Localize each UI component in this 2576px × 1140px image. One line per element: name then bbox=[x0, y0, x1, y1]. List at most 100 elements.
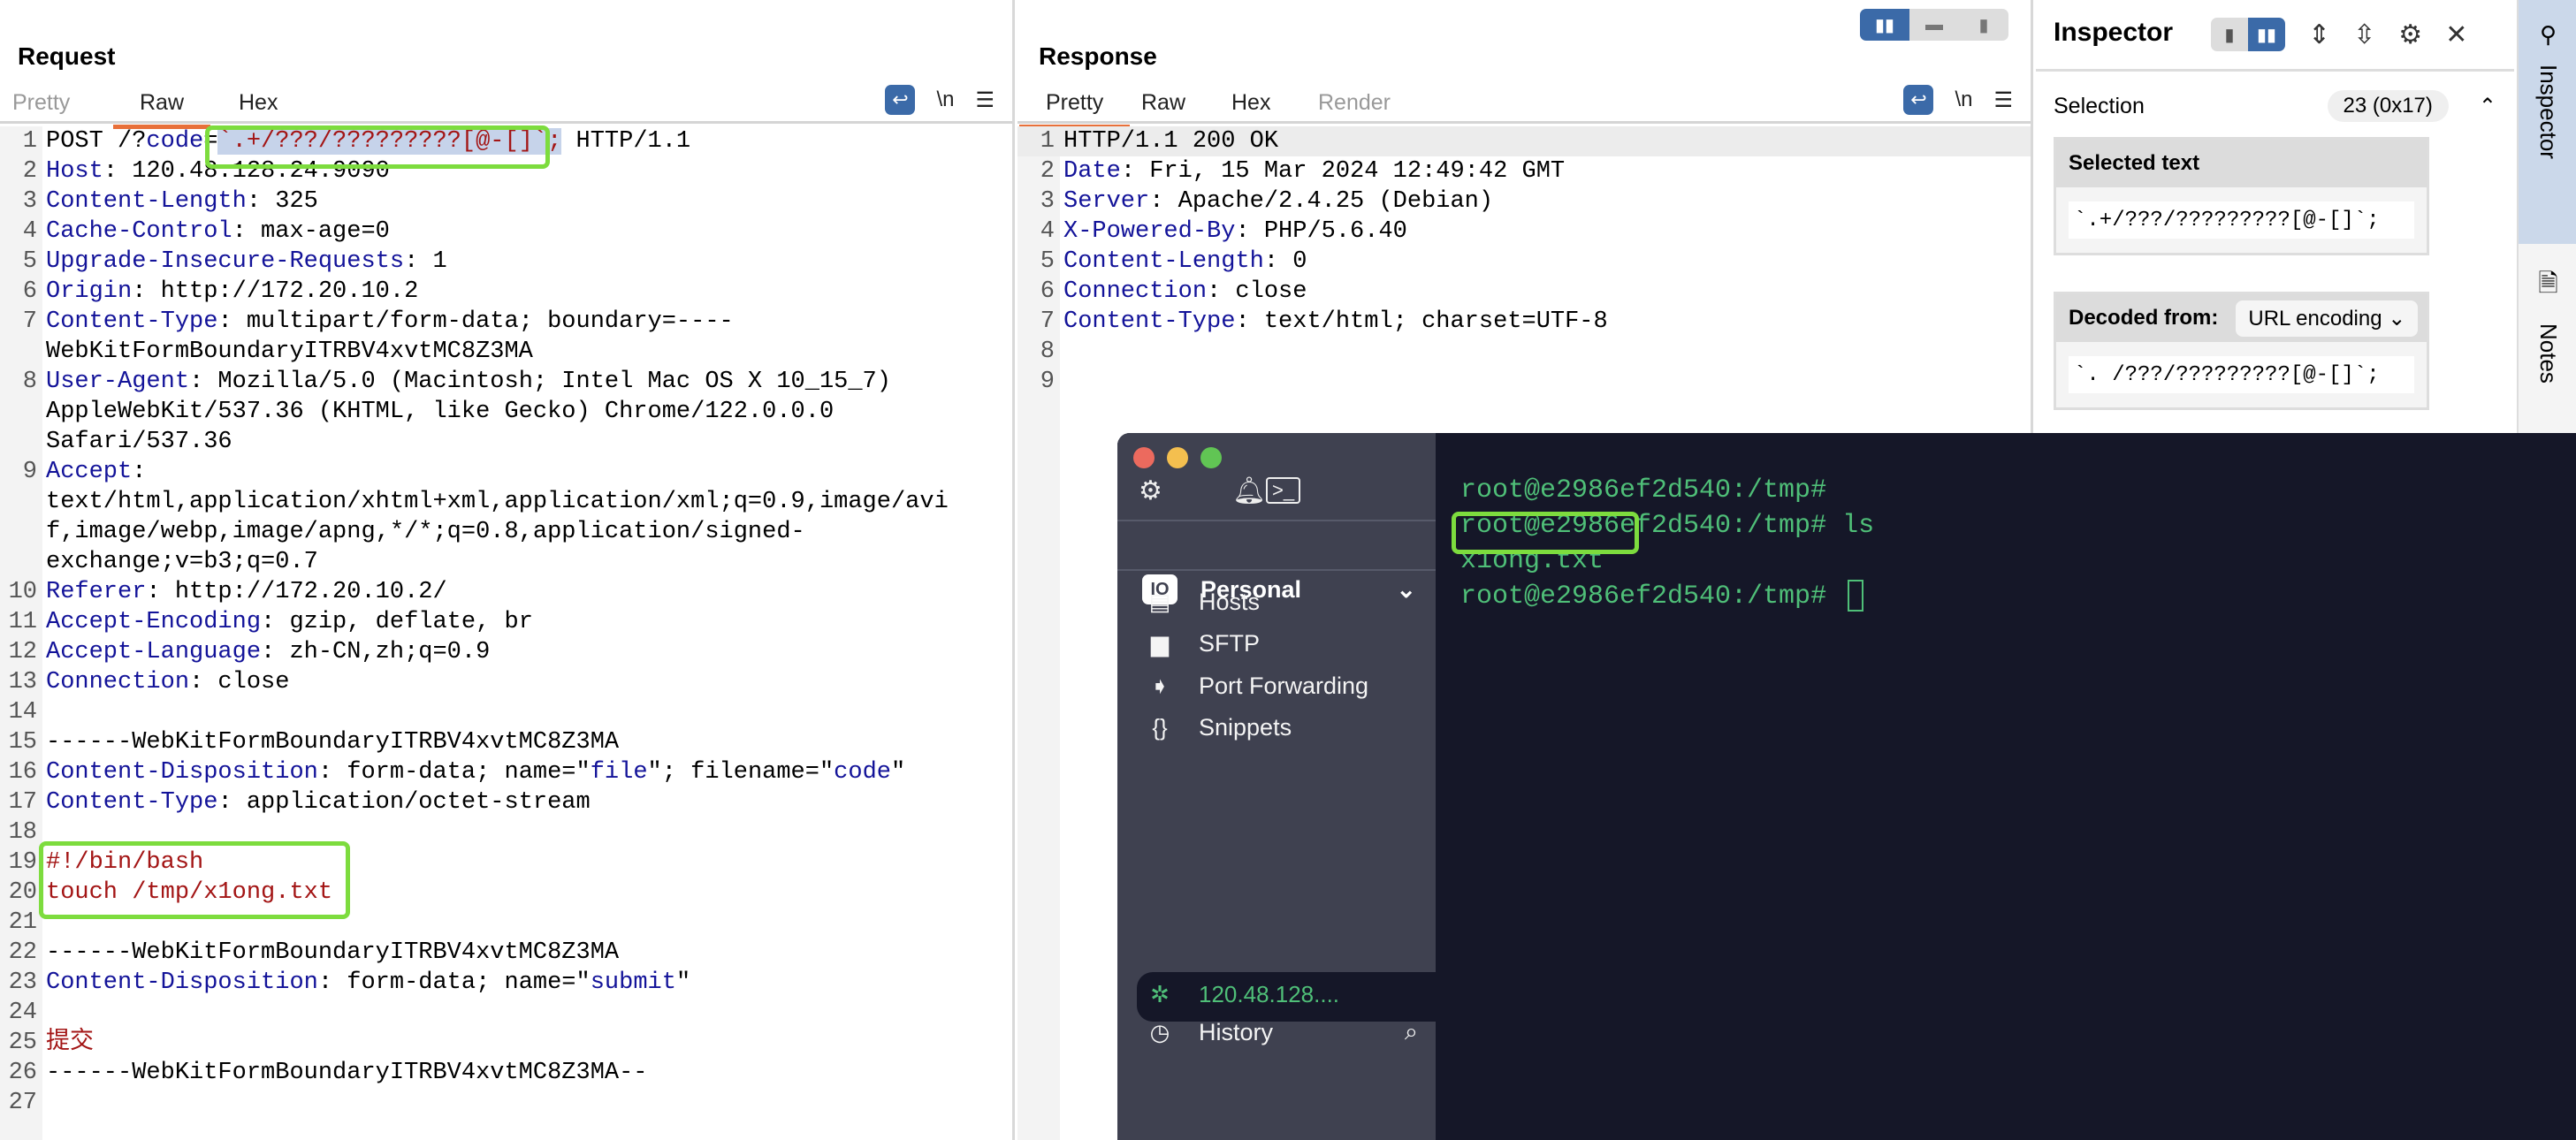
nav-port-forwarding[interactable]: ➧ Port Forwarding bbox=[1144, 673, 1368, 700]
nav-hosts[interactable]: ▤ Hosts bbox=[1144, 589, 1260, 616]
line-number: 6 bbox=[1040, 278, 1055, 305]
inspector-icon: ⚲ bbox=[2539, 21, 2557, 48]
side-tab-inspector-label: Inspector bbox=[2535, 65, 2562, 159]
selection-count-badge: 23 (0x17) bbox=[2327, 90, 2449, 122]
side-by-side-layout-icon[interactable]: ▮▮ bbox=[1860, 9, 1909, 41]
wrap-lines-icon[interactable]: ↩ bbox=[885, 85, 916, 115]
line-content: Origin: http://172.20.10.2 bbox=[42, 277, 959, 307]
line-content bbox=[42, 1088, 959, 1118]
code-line: 1 HTTP/1.1 200 OK bbox=[1017, 126, 2031, 156]
line-number: 23 bbox=[8, 969, 37, 996]
tab-pretty[interactable]: Pretty bbox=[1018, 90, 1131, 129]
line-content: Cache-Control: max-age=0 bbox=[42, 217, 959, 247]
expand-icon[interactable]: ⇕ bbox=[2308, 19, 2330, 50]
line-number: 3 bbox=[1040, 188, 1055, 215]
nav-history[interactable]: ◷ History ⌕ bbox=[1144, 1018, 1418, 1046]
line-number: 1 bbox=[1040, 128, 1055, 155]
tab-hex[interactable]: Hex bbox=[239, 90, 278, 116]
bell-icon[interactable]: 🔔︎ bbox=[1232, 475, 1266, 506]
token: : http://172.20.10.2 bbox=[132, 278, 419, 305]
token: Host bbox=[46, 158, 103, 185]
code-line: 11 Accept-Encoding: gzip, deflate, br bbox=[0, 607, 1012, 637]
code-line: 6 Origin: http://172.20.10.2 bbox=[0, 277, 1012, 307]
line-content: Content-Length: 0 bbox=[1060, 247, 1962, 277]
terminal-icon[interactable]: >_ bbox=[1266, 477, 1301, 504]
tab-hex[interactable]: Hex bbox=[1231, 90, 1270, 116]
code-line: 9 bbox=[1017, 367, 2031, 397]
layout-left-icon[interactable]: ▮ bbox=[2211, 18, 2248, 51]
hamburger-menu-icon[interactable]: ☰ bbox=[1993, 87, 2013, 113]
terminal-line: root@e2986ef2d540:/tmp# bbox=[1460, 581, 1843, 612]
line-number: 24 bbox=[8, 999, 37, 1026]
line-content: Referer: http://172.20.10.2/ bbox=[42, 577, 959, 607]
side-tab-inspector[interactable]: ⚲ Inspector bbox=[2519, 0, 2576, 244]
decoded-box: Decoded from: URL encoding ⌄ `. /???/????… bbox=[2054, 292, 2429, 410]
newline-toggle[interactable]: \n bbox=[1955, 87, 1972, 112]
token: : zh-CN,zh;q=0.9 bbox=[261, 639, 491, 665]
token: code bbox=[834, 759, 891, 786]
token: : form-data; name=" bbox=[317, 969, 591, 996]
nav-label: SFTP bbox=[1199, 630, 1261, 657]
token: : text/html,application/xhtml+xml,applic… bbox=[46, 459, 949, 575]
tab-pretty[interactable]: Pretty bbox=[12, 90, 70, 116]
newline-toggle[interactable]: \n bbox=[936, 87, 954, 112]
layout-right-icon[interactable]: ▮▮ bbox=[2248, 18, 2285, 51]
top-bottom-layout-icon[interactable]: ▬ bbox=[1909, 9, 1959, 41]
selection-section-header[interactable]: Selection 23 (0x17) ⌃ bbox=[2054, 88, 2496, 124]
selected-text-value[interactable]: `.+/???/?????????[@-[]`; bbox=[2069, 201, 2414, 239]
token: : 325 bbox=[246, 188, 318, 215]
gear-icon[interactable]: ⚙ bbox=[2398, 19, 2422, 50]
token: Content-Type bbox=[46, 789, 218, 816]
token: = bbox=[203, 128, 218, 155]
terminal-window: ⚙ 🔔︎ >_ IO Personal ⌄ ▤ Hosts ▆ SFTP ➧ Port F… bbox=[1117, 433, 2576, 1140]
token: : 0 bbox=[1263, 248, 1307, 275]
code-line: 27 bbox=[0, 1088, 1012, 1118]
code-line: 12 Accept-Language: zh-CN,zh;q=0.9 bbox=[0, 637, 1012, 667]
request-editor[interactable]: 1 POST /?code=`.+/???/?????????[@-[]`; HT… bbox=[0, 126, 1012, 1140]
nav-snippets[interactable]: {} Snippets bbox=[1144, 714, 1292, 741]
request-tabs: Pretty Raw Hex bbox=[0, 87, 1012, 129]
ubuntu-icon: ✲ bbox=[1150, 981, 1170, 1007]
token: : max-age=0 bbox=[232, 218, 390, 245]
tab-raw[interactable]: Raw bbox=[112, 90, 211, 129]
token: : application/octet-stream bbox=[217, 789, 591, 816]
close-icon[interactable]: ✕ bbox=[2445, 19, 2467, 50]
line-number: 3 bbox=[22, 188, 37, 215]
token: 提交 bbox=[46, 1030, 94, 1056]
single-pane-layout-icon[interactable]: ▮ bbox=[1959, 9, 2008, 41]
collapse-icon[interactable]: ⇳ bbox=[2353, 19, 2375, 50]
nav-sftp[interactable]: ▆ SFTP bbox=[1144, 630, 1260, 657]
decoded-text-value[interactable]: `. /???/?????????[@-[]`; bbox=[2069, 356, 2414, 393]
code-line: 22 ------WebKitFormBoundaryITRBV4xvtMC8Z3… bbox=[0, 938, 1012, 968]
close-window-button[interactable] bbox=[1133, 447, 1155, 468]
token: : PHP/5.6.40 bbox=[1235, 218, 1407, 245]
line-content bbox=[42, 697, 959, 727]
decoding-dropdown[interactable]: URL encoding ⌄ bbox=[2236, 300, 2419, 337]
tab-raw[interactable]: Raw bbox=[1141, 90, 1185, 116]
token: Content-Length bbox=[46, 188, 247, 215]
line-number: 14 bbox=[8, 699, 37, 726]
tab-render[interactable]: Render bbox=[1318, 90, 1391, 116]
line-content: Date: Fri, 15 Mar 2024 12:49:42 GMT bbox=[1060, 156, 1962, 186]
maximize-window-button[interactable] bbox=[1200, 447, 1222, 468]
line-number: 10 bbox=[8, 579, 37, 605]
code-line: 9 Accept: text/html,application/xhtml+xml… bbox=[0, 457, 1012, 577]
search-icon[interactable]: ⌕ bbox=[1405, 1018, 1418, 1046]
token: X-Powered-By bbox=[1063, 218, 1236, 245]
active-host-tab[interactable]: ✲ 120.48.128.... bbox=[1137, 972, 1436, 1022]
gear-icon[interactable]: ⚙ bbox=[1139, 475, 1162, 506]
chevron-up-icon[interactable]: ⌃ bbox=[2479, 94, 2496, 119]
token: : Apache/2.4.25 (Debian) bbox=[1149, 188, 1494, 215]
code-line: 2 Host: 120.48.128.24:9090 bbox=[0, 156, 1012, 186]
side-tab-notes[interactable]: 🗎 Notes bbox=[2519, 265, 2576, 384]
line-content: Content-Disposition: form-data; name="fi… bbox=[42, 757, 959, 787]
token: Accept-Language bbox=[46, 639, 262, 665]
wrap-lines-icon[interactable]: ↩ bbox=[1903, 85, 1934, 115]
terminal-output[interactable]: root@e2986ef2d540:/tmp# root@e2986ef2d540… bbox=[1460, 473, 1874, 614]
hamburger-menu-icon[interactable]: ☰ bbox=[975, 87, 995, 113]
line-number: 17 bbox=[8, 789, 37, 816]
request-title: Request bbox=[18, 42, 116, 70]
line-content bbox=[1060, 367, 1962, 397]
minimize-window-button[interactable] bbox=[1167, 447, 1188, 468]
decoded-from-label: Decoded from: bbox=[2069, 306, 2219, 330]
